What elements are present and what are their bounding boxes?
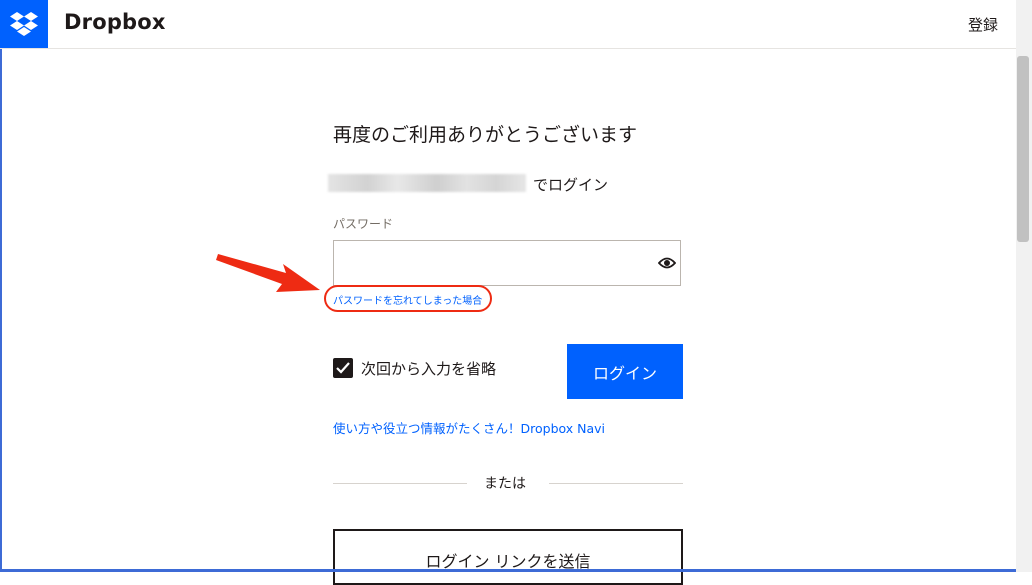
remember-label: 次回から入力を省略 <box>361 360 497 378</box>
top-bar: Dropbox 登録 <box>0 0 1016 49</box>
divider-right <box>549 483 683 484</box>
password-input[interactable] <box>333 240 681 286</box>
blurred-email <box>328 174 526 192</box>
login-button[interactable]: ログイン <box>567 344 683 399</box>
remember-checkbox[interactable] <box>333 358 353 378</box>
scrollbar-thumb[interactable] <box>1017 56 1029 242</box>
divider-left <box>333 483 467 484</box>
send-login-link-button[interactable]: ログイン リンクを送信 <box>333 529 683 585</box>
window-frame-left <box>0 48 2 572</box>
dropbox-logo-icon[interactable] <box>0 0 48 48</box>
eye-icon[interactable] <box>658 256 676 270</box>
forgot-password-link[interactable]: パスワードを忘れてしまった場合 <box>333 292 482 307</box>
brand-name: Dropbox <box>64 10 166 34</box>
red-arrow-icon <box>216 254 320 292</box>
dropbox-navi-link[interactable]: 使い方や役立つ情報がたくさん！Dropbox Navi <box>333 418 605 437</box>
checkmark-icon <box>336 362 350 374</box>
password-label: パスワード <box>333 217 394 231</box>
login-as-text: でログイン <box>533 176 609 194</box>
signup-link[interactable]: 登録 <box>968 14 998 35</box>
or-separator: または <box>484 476 526 492</box>
page-title: 再度のご利用ありがとうございます <box>333 124 638 146</box>
